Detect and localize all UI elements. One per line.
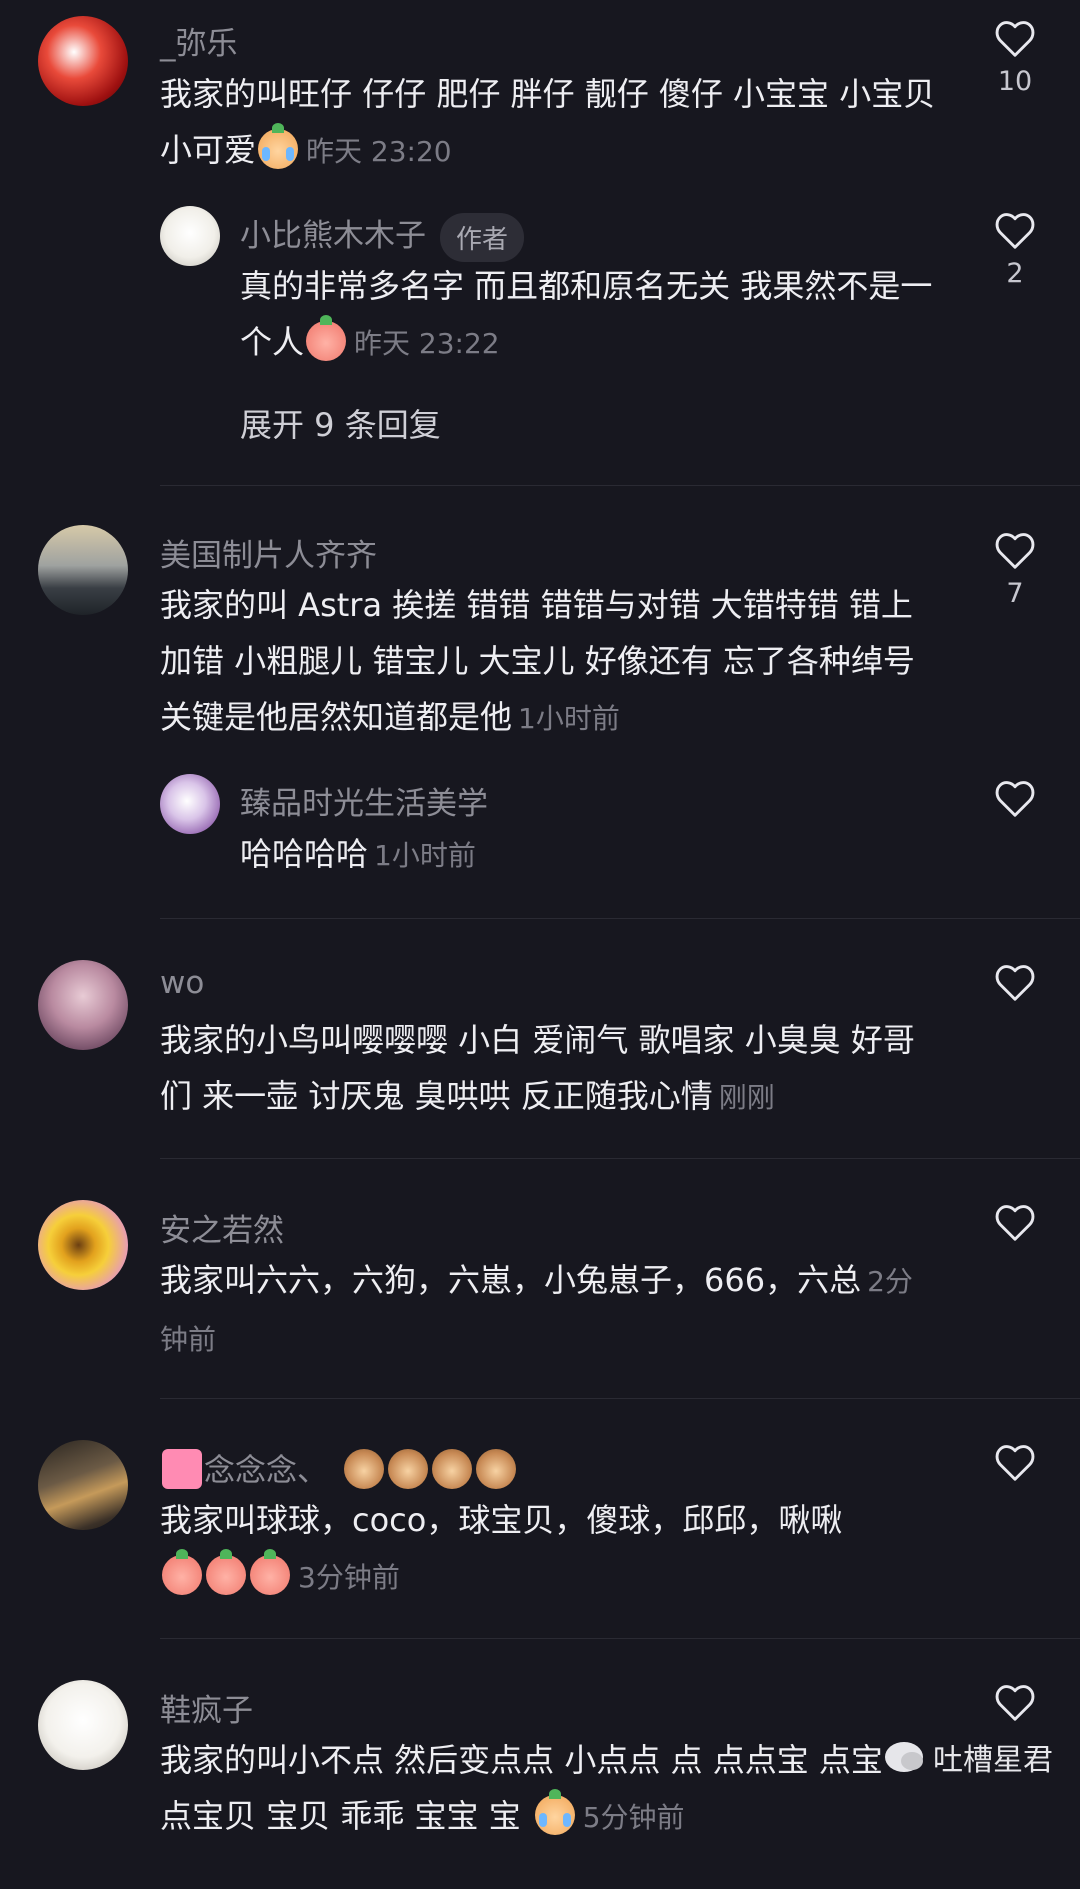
reply-time: 1小时前 bbox=[374, 839, 476, 872]
comment-username[interactable]: 美国制片人齐齐 bbox=[160, 530, 377, 575]
monkey-emoji-icon bbox=[388, 1449, 428, 1489]
reply-avatar[interactable] bbox=[160, 774, 220, 834]
divider bbox=[160, 1398, 1080, 1399]
avatar[interactable] bbox=[38, 16, 128, 106]
peach-emoji-icon bbox=[162, 1549, 202, 1595]
avatar[interactable] bbox=[38, 525, 128, 615]
crying-emoji-icon bbox=[258, 123, 299, 169]
comment-time: 1小时前 bbox=[518, 702, 620, 735]
divider bbox=[160, 918, 1080, 919]
reply-username[interactable]: 小比熊木木子 作者 bbox=[240, 210, 525, 262]
reply-text: 哈哈哈哈 1小时前 bbox=[240, 835, 476, 873]
crying-emoji-icon bbox=[534, 1789, 575, 1835]
reply-username[interactable]: 臻品时光生活美学 bbox=[240, 778, 488, 823]
reply-like-button[interactable]: 2 bbox=[990, 210, 1040, 289]
wechat-icon bbox=[885, 1742, 923, 1772]
reply-text: 真的非常多名字 而且都和原名无关 我果然不是一个人 昨天 23:22 bbox=[240, 267, 933, 361]
monkey-emoji-icon bbox=[476, 1449, 516, 1489]
comment-username[interactable]: wo bbox=[160, 965, 204, 1001]
like-count: 7 bbox=[1006, 578, 1024, 609]
comment-username[interactable]: 念念念、 bbox=[160, 1445, 518, 1490]
comment-text: 我家的叫旺仔 仔仔 肥仔 胖仔 靓仔 傻仔 小宝宝 小宝贝 小可爱 昨天 23:2… bbox=[160, 75, 936, 169]
expand-replies-button[interactable]: 展开 9 条回复 bbox=[240, 400, 441, 446]
comment-username[interactable]: 鞋疯子 bbox=[160, 1685, 253, 1730]
avatar[interactable] bbox=[38, 1200, 128, 1290]
divider bbox=[160, 1638, 1080, 1639]
reply-time: 昨天 23:22 bbox=[354, 327, 500, 360]
divider bbox=[160, 485, 1080, 486]
heart-icon bbox=[995, 533, 1035, 569]
monkey-emoji-icon bbox=[344, 1449, 384, 1489]
like-count: 2 bbox=[1006, 258, 1024, 289]
reply-avatar[interactable] bbox=[160, 206, 220, 266]
peach-emoji-icon bbox=[306, 315, 347, 361]
comment-text: 我家的小鸟叫嘤嘤嘤 小白 爱闹气 歌唱家 小臭臭 好哥们 来一壶 讨厌鬼 臭哄哄… bbox=[160, 1021, 915, 1115]
avatar[interactable] bbox=[38, 1680, 128, 1770]
like-button[interactable] bbox=[990, 1442, 1040, 1482]
heart-icon bbox=[995, 1685, 1035, 1721]
like-button[interactable] bbox=[990, 1682, 1040, 1722]
like-button[interactable]: 7 bbox=[990, 530, 1040, 609]
comment-username[interactable]: 安之若然 bbox=[160, 1205, 284, 1250]
like-button[interactable]: 10 bbox=[990, 18, 1040, 97]
comment-time: 刚刚 bbox=[718, 1081, 775, 1114]
reply-like-button[interactable] bbox=[990, 778, 1040, 818]
avatar[interactable] bbox=[38, 1440, 128, 1530]
comment-text: 我家叫球球，coco，球宝贝，傻球，邱邱，啾啾 3分钟前 bbox=[160, 1501, 843, 1595]
monkey-emoji-icon bbox=[432, 1449, 472, 1489]
peach-emoji-icon bbox=[206, 1549, 246, 1595]
avatar[interactable] bbox=[38, 960, 128, 1050]
comment-text: 我家叫六六，六狗，六崽，小兔崽子，666，六总 2分钟前 bbox=[160, 1261, 913, 1356]
comment-text: 我家的叫小不点 然后变点点 小点点 点 点点宝 点宝 点宝贝 宝贝 乖乖 宝宝 … bbox=[160, 1741, 883, 1835]
bow-emoji-icon bbox=[162, 1449, 202, 1489]
heart-icon bbox=[995, 1205, 1035, 1241]
heart-icon bbox=[995, 21, 1035, 57]
comment-time: 5分钟前 bbox=[582, 1801, 685, 1834]
watermark: 吐槽星君 bbox=[885, 1735, 1053, 1779]
divider bbox=[160, 1158, 1080, 1159]
heart-icon bbox=[995, 1445, 1035, 1481]
heart-icon bbox=[995, 965, 1035, 1001]
peach-emoji-icon bbox=[250, 1549, 290, 1595]
comment-username[interactable]: _弥乐 bbox=[160, 18, 238, 63]
comment-time: 昨天 23:20 bbox=[306, 135, 452, 168]
heart-icon bbox=[995, 781, 1035, 817]
like-button[interactable] bbox=[990, 1202, 1040, 1242]
comment-text: 我家的叫 Astra 挨搓 错错 错错与对错 大错特错 错上加错 小粗腿儿 错宝… bbox=[160, 586, 915, 736]
heart-icon bbox=[995, 213, 1035, 249]
watermark-text: 吐槽星君 bbox=[933, 1743, 1053, 1778]
like-button[interactable] bbox=[990, 962, 1040, 1002]
like-count: 10 bbox=[997, 66, 1033, 97]
author-badge: 作者 bbox=[440, 213, 525, 262]
comment-time: 3分钟前 bbox=[298, 1561, 400, 1594]
